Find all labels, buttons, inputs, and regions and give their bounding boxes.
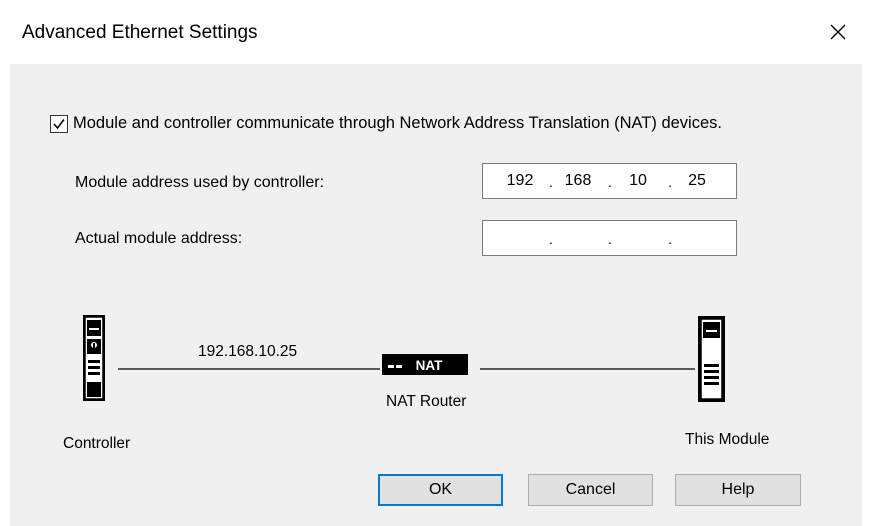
help-button[interactable]: Help	[675, 474, 801, 506]
module-icon	[698, 316, 725, 402]
dialog-title: Advanced Ethernet Settings	[22, 22, 258, 43]
dialog-content: Module and controller communicate throug…	[10, 64, 862, 526]
ok-button[interactable]: OK	[378, 474, 503, 506]
nat-badge-text: NAT	[416, 358, 443, 373]
nat-router-label: NAT Router	[386, 393, 467, 410]
nat-router-icon: NAT	[382, 354, 468, 375]
controller-label: Controller	[63, 435, 131, 452]
network-diagram: NAT	[83, 315, 725, 402]
controller-icon	[83, 315, 105, 401]
close-button[interactable]	[818, 14, 858, 50]
cancel-button[interactable]: Cancel	[528, 474, 653, 506]
title-bar: Advanced Ethernet Settings	[0, 0, 871, 64]
close-icon	[830, 24, 846, 40]
module-label: This Module	[685, 431, 770, 448]
link-ip-label: 192.168.10.25	[198, 343, 298, 360]
